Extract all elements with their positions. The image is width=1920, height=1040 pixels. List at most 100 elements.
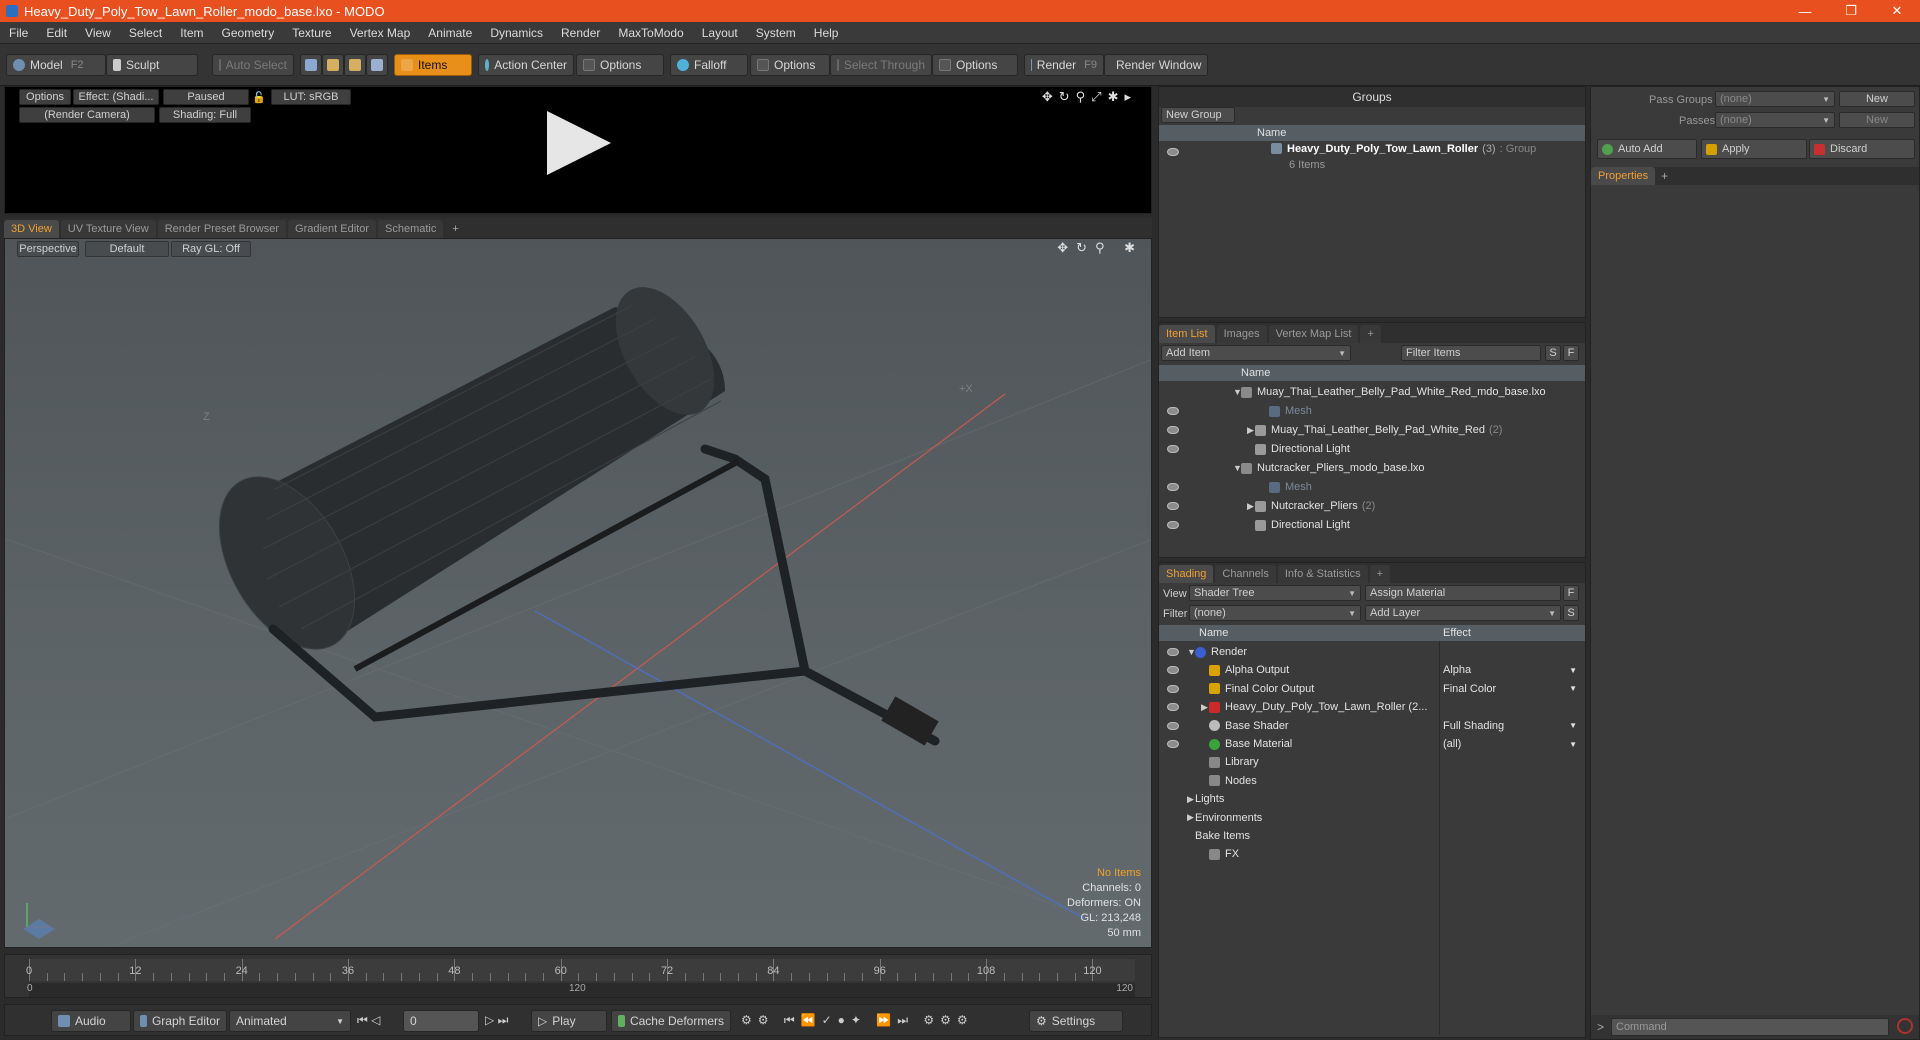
tab-properties[interactable]: Properties [1591, 167, 1656, 185]
panel-tab[interactable]: Shading [1159, 565, 1214, 583]
effect-dropdown[interactable]: Effect: (Shadi... [73, 89, 159, 105]
transport-start-icons[interactable]: ⏮ ◁ [357, 1013, 380, 1028]
shader-tree-row[interactable]: Alpha Output Alpha ▼ [1159, 661, 1585, 679]
shader-tree-row[interactable]: Library [1159, 753, 1585, 771]
shading-dropdown[interactable]: Shading: Full [159, 107, 251, 123]
add-tab-button[interactable]: + [1360, 325, 1381, 343]
preview-nav-icons[interactable]: ✥↻⚲⤢✱▸ [1042, 89, 1137, 105]
menu-item[interactable]: Layout [693, 26, 747, 40]
shading-f-button[interactable]: F [1563, 585, 1579, 601]
auto-add-button[interactable]: Auto Add [1597, 139, 1697, 159]
panel-tab[interactable]: Info & Statistics [1277, 565, 1368, 583]
falloff-options-button[interactable]: Options [750, 54, 830, 76]
expand-arrow-icon[interactable]: ▶ [1247, 425, 1255, 436]
menu-item[interactable]: System [747, 26, 805, 40]
layer-effect[interactable]: (all) [1443, 738, 1461, 750]
eye-icon[interactable] [1167, 445, 1179, 453]
shader-tree-row[interactable]: ▶ Heavy_Duty_Poly_Tow_Lawn_Roller (2... [1159, 698, 1585, 716]
settings-button[interactable]: ⚙ Settings [1029, 1010, 1123, 1032]
graph-editor-button[interactable]: Graph Editor [133, 1010, 227, 1032]
transport-end-icons[interactable]: ▷ ⏭ [485, 1013, 508, 1028]
select-options-button[interactable]: Options [932, 54, 1018, 76]
render-camera-dropdown[interactable]: (Render Camera) [19, 107, 155, 123]
menu-item[interactable]: Render [552, 26, 609, 40]
expand-arrow-icon[interactable]: ▼ [1233, 387, 1242, 397]
timeline-ruler[interactable]: 0 12 24 36 48 60 72 84 96 108 120 [26, 959, 1135, 981]
minimize-button[interactable]: — [1782, 0, 1828, 22]
render-button[interactable]: Render F9 [1024, 54, 1104, 76]
menu-item[interactable]: Vertex Map [341, 26, 420, 40]
lut-dropdown[interactable]: LUT: sRGB [271, 89, 351, 105]
falloff-button[interactable]: Falloff [670, 54, 748, 76]
layer-effect[interactable]: Final Color [1443, 683, 1496, 695]
item-list-row[interactable]: ▶ Muay_Thai_Leather_Belly_Pad_White_Red (2… [1159, 421, 1585, 439]
timeline[interactable]: 0 12 24 36 48 60 72 84 96 108 120 0 120 120 [4, 954, 1152, 998]
panel-tab[interactable]: Images [1216, 325, 1267, 343]
chevron-down-icon[interactable]: ▼ [1569, 721, 1577, 730]
tab-viewport[interactable]: Render Preset Browser [157, 220, 287, 238]
audio-button[interactable]: Audio [51, 1010, 131, 1032]
shader-tree-row[interactable]: Bake Items [1159, 827, 1585, 845]
paused-toggle[interactable]: Paused [163, 89, 249, 105]
menu-item[interactable]: Animate [419, 26, 481, 40]
expand-arrow-icon[interactable]: ▼ [1233, 463, 1242, 473]
play-button[interactable]: ▷ Play [531, 1010, 607, 1032]
expand-arrow-icon[interactable]: ▶ [1187, 794, 1195, 805]
add-tab-button[interactable]: + [1661, 169, 1668, 183]
layer-effect[interactable]: Full Shading [1443, 720, 1504, 732]
add-tab-button[interactable]: + [1369, 565, 1391, 583]
panel-tab[interactable]: Item List [1159, 325, 1215, 343]
close-button[interactable]: ✕ [1874, 0, 1920, 22]
eye-icon[interactable] [1167, 703, 1179, 712]
shader-tree-row[interactable]: Base Shader Full Shading ▼ [1159, 717, 1585, 735]
expand-arrow-icon[interactable]: ▶ [1187, 812, 1195, 823]
preview-options-button[interactable]: Options [19, 89, 71, 105]
menu-item[interactable]: Geometry [213, 26, 284, 40]
shader-tree-row[interactable]: Final Color Output Final Color ▼ [1159, 680, 1585, 698]
expand-arrow-icon[interactable]: ▶ [1201, 702, 1209, 713]
sculpt-mode-button[interactable]: Sculpt [106, 54, 198, 76]
select-through-button[interactable]: Select Through [830, 54, 932, 76]
item-list-row[interactable]: Directional Light [1159, 440, 1585, 458]
menu-item[interactable]: Select [120, 26, 171, 40]
record-icon[interactable] [1897, 1018, 1913, 1034]
lawn-roller-model[interactable] [192, 270, 940, 746]
play-preview-icon[interactable] [547, 111, 611, 175]
auto-select-button[interactable]: Auto Select [212, 54, 294, 76]
tab-viewport[interactable]: Gradient Editor [288, 220, 376, 238]
item-list-row[interactable]: Mesh [1159, 402, 1585, 420]
current-frame-input[interactable]: 0 [403, 1010, 479, 1032]
tab-viewport[interactable]: Schematic [378, 220, 444, 238]
tab-viewport[interactable]: UV Texture View [60, 220, 156, 238]
action-center-options-button[interactable]: Options [576, 54, 664, 76]
expand-arrow-icon[interactable]: ▶ [1247, 501, 1255, 512]
new-group-button[interactable]: New Group [1161, 107, 1235, 123]
panel-tab[interactable]: Vertex Map List [1268, 325, 1359, 343]
item-list-row[interactable]: ▼ Muay_Thai_Leather_Belly_Pad_White_Red_m… [1159, 383, 1585, 401]
pass-groups-dropdown[interactable]: (none) ▼ [1715, 91, 1835, 107]
edges-select-button[interactable] [322, 54, 344, 76]
passes-dropdown[interactable]: (none) ▼ [1715, 112, 1835, 128]
raygl-toggle[interactable]: Ray GL: Off [171, 241, 251, 257]
group-row[interactable]: Heavy_Duty_Poly_Tow_Lawn_Roller (3) : Gr… [1159, 143, 1585, 171]
menu-item[interactable]: Help [805, 26, 848, 40]
expand-arrow-icon[interactable]: ▼ [1187, 647, 1196, 657]
shader-tree-row[interactable]: Nodes [1159, 772, 1585, 790]
item-list-row[interactable]: ▶ Nutcracker_Pliers (2) [1159, 497, 1585, 515]
filter-items-input[interactable]: Filter Items [1401, 345, 1541, 361]
perspective-dropdown[interactable]: Perspective [17, 241, 79, 257]
menu-item[interactable]: Texture [283, 26, 340, 40]
timeline-range[interactable]: 0 120 120 [27, 983, 1135, 997]
add-layer-dropdown[interactable]: Add Layer ▼ [1365, 605, 1561, 621]
maximize-button[interactable]: ❐ [1828, 0, 1874, 22]
apply-button[interactable]: Apply [1701, 139, 1807, 159]
eye-icon[interactable] [1167, 666, 1179, 675]
filter-s-button[interactable]: S [1545, 345, 1561, 361]
animated-dropdown[interactable]: Animated ▼ [229, 1010, 351, 1032]
item-list-row[interactable]: ▼ Nutcracker_Pliers_modo_base.lxo [1159, 459, 1585, 477]
menu-item[interactable]: Dynamics [481, 26, 552, 40]
vertices-select-button[interactable] [300, 54, 322, 76]
view-dropdown[interactable]: Shader Tree ▼ [1189, 585, 1361, 601]
menu-item[interactable]: MaxToModo [609, 26, 692, 40]
chevron-down-icon[interactable]: ▼ [1569, 684, 1577, 693]
